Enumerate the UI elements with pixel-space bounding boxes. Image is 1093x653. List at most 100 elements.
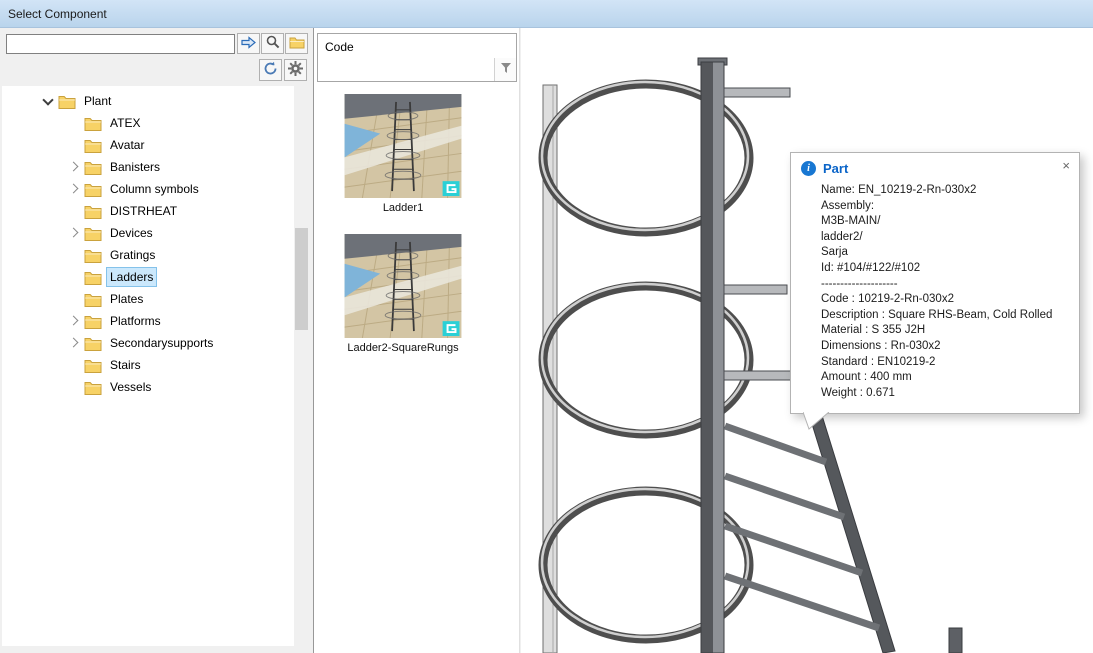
- component-preview-image: [344, 94, 462, 198]
- component-thumbnail[interactable]: Ladder2-SquareRungs: [342, 234, 464, 354]
- part-tooltip-line: Dimensions : Rn-030x2: [821, 339, 1071, 355]
- funnel-icon: [500, 61, 512, 79]
- arrow-right-icon: [241, 36, 256, 52]
- tree-item-label: Plant: [81, 92, 114, 110]
- code-column-header[interactable]: Code: [317, 33, 517, 59]
- tree-item-label: Stairs: [107, 356, 144, 374]
- tree-item[interactable]: Avatar: [2, 134, 294, 156]
- component-thumbnail[interactable]: Ladder1: [342, 94, 464, 214]
- settings-button[interactable]: [284, 59, 307, 81]
- tree-scrollbar-thumb[interactable]: [295, 228, 308, 330]
- component-preview-image: [344, 234, 462, 338]
- folder-icon: [84, 182, 102, 197]
- folder-icon: [84, 248, 102, 263]
- tree-item-label: Ladders: [107, 268, 156, 286]
- part-tooltip-line: Code : 10219-2-Rn-030x2: [821, 292, 1071, 308]
- chevron-icon[interactable]: [66, 159, 82, 175]
- component-list-panel: Code: [313, 28, 520, 653]
- refresh-icon: [263, 61, 278, 79]
- tree-rows: Plant ATEX Avatar Banisters Column symbo…: [2, 90, 294, 398]
- component-tree: Plant ATEX Avatar Banisters Column symbo…: [2, 86, 309, 646]
- tree-item[interactable]: Devices: [2, 222, 294, 244]
- part-tooltip-line: Description : Square RHS-Beam, Cold Roll…: [821, 308, 1071, 324]
- tree-item-label: Platforms: [107, 312, 164, 330]
- folder-icon: [84, 116, 102, 131]
- tree-item[interactable]: Platforms: [2, 310, 294, 332]
- tree-item[interactable]: Banisters: [2, 156, 294, 178]
- tree-item[interactable]: Gratings: [2, 244, 294, 266]
- part-tooltip-body: Name: EN_10219-2-Rn-030x2Assembly:M3B-MA…: [821, 183, 1071, 401]
- folder-icon: [84, 314, 102, 329]
- tree-item-label: Avatar: [107, 136, 147, 154]
- select-component-dialog: Select Component: [0, 0, 1093, 653]
- tree-item-label: Column symbols: [107, 180, 202, 198]
- search-button[interactable]: [261, 33, 284, 54]
- component-thumbnail-label: Ladder2-SquareRungs: [342, 342, 464, 354]
- go-button[interactable]: [237, 33, 260, 54]
- tree-item-label: Devices: [107, 224, 156, 242]
- part-tooltip-line: Standard : EN10219-2: [821, 355, 1071, 371]
- magnifier-icon: [266, 35, 280, 52]
- part-tooltip-line: Amount : 400 mm: [821, 370, 1071, 386]
- folder-icon: [84, 226, 102, 241]
- tree-item-label: Banisters: [107, 158, 163, 176]
- folder-icon: [84, 138, 102, 153]
- tree-item-label: Plates: [107, 290, 146, 308]
- titlebar: Select Component: [0, 0, 1093, 28]
- part-tooltip-line: Assembly:: [821, 199, 1071, 215]
- part-tooltip-title: Part: [823, 161, 848, 176]
- tree-item-label: Gratings: [107, 246, 158, 264]
- part-tooltip: i Part × Name: EN_10219-2-Rn-030x2Assemb…: [790, 152, 1080, 414]
- tree-item[interactable]: ATEX: [2, 112, 294, 134]
- folder-icon: [84, 160, 102, 175]
- tree-item-label: Vessels: [107, 378, 154, 396]
- chevron-icon[interactable]: [66, 225, 82, 241]
- tree-item[interactable]: Plates: [2, 288, 294, 310]
- chevron-icon[interactable]: [66, 313, 82, 329]
- gear-icon: [288, 61, 303, 79]
- refresh-button[interactable]: [259, 59, 282, 81]
- tooltip-tail: [803, 412, 831, 431]
- part-tooltip-line: Id: #104/#122/#102: [821, 261, 1071, 277]
- part-tooltip-line: Name: EN_10219-2-Rn-030x2: [821, 183, 1071, 199]
- search-input[interactable]: [6, 34, 235, 54]
- tree-item-label: Secondarysupports: [107, 334, 216, 352]
- window-title: Select Component: [0, 0, 1093, 21]
- tree-item[interactable]: Ladders: [2, 266, 294, 288]
- folder-icon: [84, 270, 102, 285]
- tree-item-label: DISTRHEAT: [107, 202, 180, 220]
- component-thumbnail-label: Ladder1: [342, 202, 464, 214]
- folder-icon: [84, 358, 102, 373]
- part-tooltip-line: M3B-MAIN/: [821, 214, 1071, 230]
- chevron-icon[interactable]: [66, 181, 82, 197]
- part-tooltip-header: i Part: [801, 161, 1071, 176]
- tree-item-label: ATEX: [107, 114, 143, 132]
- part-tooltip-line: Material : S 355 J2H: [821, 323, 1071, 339]
- chevron-icon[interactable]: [66, 335, 82, 351]
- folder-icon: [84, 336, 102, 351]
- open-folder-button[interactable]: [285, 33, 308, 54]
- code-filter-input[interactable]: [318, 58, 494, 81]
- tree-item[interactable]: Secondarysupports: [2, 332, 294, 354]
- part-tooltip-line: --------------------: [821, 277, 1071, 293]
- tree-item[interactable]: Column symbols: [2, 178, 294, 200]
- folder-icon: [58, 94, 76, 109]
- tree-item[interactable]: Plant: [2, 90, 294, 112]
- component-badge-icon: [443, 181, 460, 196]
- part-tooltip-line: ladder2/: [821, 230, 1071, 246]
- filter-funnel-button[interactable]: [494, 58, 516, 81]
- info-icon: i: [801, 161, 816, 176]
- tree-item[interactable]: DISTRHEAT: [2, 200, 294, 222]
- tree-item[interactable]: Vessels: [2, 376, 294, 398]
- chevron-icon[interactable]: [40, 93, 56, 109]
- tree-item[interactable]: Stairs: [2, 354, 294, 376]
- folder-icon: [84, 204, 102, 219]
- folder-icon: [84, 380, 102, 395]
- component-badge-icon: [443, 321, 460, 336]
- folder-icon: [84, 292, 102, 307]
- folder-icon: [289, 36, 305, 52]
- part-tooltip-line: Weight : 0.671: [821, 386, 1071, 402]
- close-icon[interactable]: ×: [1062, 159, 1070, 172]
- tree-scrollbar[interactable]: [294, 86, 309, 646]
- code-filter-row: [317, 58, 517, 82]
